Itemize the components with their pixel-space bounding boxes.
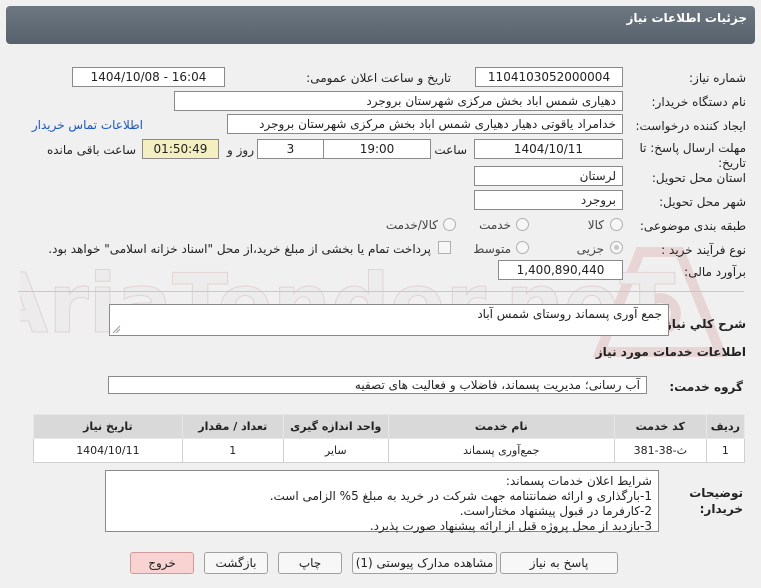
buyer-notes-line: 1-بارگذاری و ارائه ضمانتنامه جهت شرکت در…: [269, 489, 652, 503]
estimate-field: 1,400,890,440: [498, 260, 623, 280]
process-radio-medium[interactable]: [516, 241, 529, 254]
buyer-notes-label-2: خریدار:: [699, 502, 743, 516]
buyer-org-label: نام دستگاه خریدار:: [651, 95, 747, 109]
deadline-date-label: تاریخ:: [718, 156, 746, 170]
page-title: جزئیات اطلاعات نیاز: [626, 11, 747, 25]
cell-quantity: 1: [181, 438, 284, 463]
summary-text: جمع آوری پسماند روستای شمس آباد: [477, 307, 662, 321]
province-label: استان محل تحویل:: [651, 171, 746, 185]
buyer-notes-line: شرایط اعلان خدمات پسماند:: [505, 474, 652, 488]
cell-need-date: 1404/10/11: [33, 438, 183, 463]
treasury-payment-checkbox[interactable]: [438, 241, 451, 254]
process-minor-label: جزیی: [576, 242, 604, 256]
buyer-org-field: دهیاری شمس اباد بخش مرکزی شهرستان بروجرد: [174, 91, 623, 111]
category-goods-label: کالا: [587, 218, 604, 232]
cell-unit: سایر: [282, 438, 389, 463]
remaining-time-field: 01:50:49: [142, 139, 219, 159]
city-field: بروجرد: [474, 190, 623, 210]
need-number-label: شماره نیاز:: [689, 71, 746, 85]
category-goods-service-label: کالا/خدمت: [385, 218, 438, 232]
col-header-quantity: تعداد / مقدار: [181, 414, 284, 439]
remaining-time-label: ساعت باقی مانده: [46, 143, 136, 157]
buyer-notes-line: 3-بازدید از محل پروژه قبل از ارائه پیشنه…: [369, 519, 652, 533]
exit-button[interactable]: خروج: [130, 552, 194, 574]
category-service-label: خدمت: [479, 218, 511, 232]
process-medium-label: متوسط: [473, 242, 511, 256]
creator-field: خدامراد یاقوتی دهیار دهیاری شمس اباد بخش…: [227, 114, 623, 134]
buyer-notes-box: شرایط اعلان خدمات پسماند: 1-بارگذاری و ا…: [105, 470, 659, 533]
service-group-field: آب رسانی؛ مدیریت پسماند، فاضلاب و فعالیت…: [108, 376, 647, 394]
service-group-label: گروه خدمت:: [669, 380, 743, 394]
reply-button[interactable]: پاسخ به نیاز: [500, 552, 618, 574]
divider: [18, 291, 744, 292]
buyer-notes-line: 2-کارفرما در قبول پیشنهاد مختاراست.: [459, 504, 652, 518]
process-radio-minor[interactable]: [610, 241, 623, 254]
cell-service-code: ث-38-381: [613, 438, 707, 463]
services-section-title: اطلاعات خدمات مورد نیاز: [595, 345, 746, 359]
cell-service-name: جمع‌آوری پسماند: [387, 438, 615, 463]
deadline-label: مهلت ارسال پاسخ: تا: [639, 141, 746, 155]
buyer-notes-label: توضیحات: [689, 486, 743, 500]
category-radio-goods-service[interactable]: [443, 218, 456, 231]
creator-label: ایجاد کننده درخواست:: [635, 119, 746, 133]
view-attachments-button[interactable]: مشاهده مدارک پیوستی (1): [352, 552, 497, 574]
col-header-service-name: نام خدمت: [387, 414, 615, 439]
buyer-contact-link[interactable]: اطلاعات تماس خریدار: [32, 118, 143, 132]
summary-textarea: جمع آوری پسماند روستای شمس آباد: [109, 304, 669, 336]
category-label: طبقه بندی موضوعی:: [639, 219, 746, 233]
col-header-unit: واحد اندازه گیری: [282, 414, 389, 439]
resize-grip-icon: [112, 325, 121, 334]
services-table: ردیف کد خدمت نام خدمت واحد اندازه گیری ت…: [33, 414, 746, 463]
deadline-time-label: ساعت: [434, 143, 467, 157]
cell-row-number: 1: [705, 438, 746, 463]
estimate-label: برآورد مالی:: [684, 265, 746, 279]
col-header-row-number: ردیف: [705, 414, 746, 439]
process-label: نوع فرآیند خرید :: [661, 243, 746, 257]
days-remaining-field: 3: [257, 139, 324, 159]
back-button[interactable]: بازگشت: [204, 552, 268, 574]
announce-label: تاریخ و ساعت اعلان عمومی:: [306, 71, 451, 85]
category-radio-service[interactable]: [516, 218, 529, 231]
col-header-need-date: تاریخ نیاز: [33, 414, 183, 439]
province-field: لرستان: [474, 166, 623, 186]
days-label: روز و: [227, 143, 254, 157]
summary-label: شرح کلي نياز:: [660, 317, 746, 331]
table-row: 1 ث-38-381 جمع‌آوری پسماند سایر 1 1404/1…: [33, 438, 746, 463]
table-header-row: ردیف کد خدمت نام خدمت واحد اندازه گیری ت…: [33, 414, 746, 439]
deadline-time-field: 19:00: [323, 139, 431, 159]
treasury-payment-note: پرداخت تمام یا بخشی از مبلغ خرید،از محل …: [48, 242, 431, 256]
print-button[interactable]: چاپ: [278, 552, 342, 574]
need-number-field: 1104103052000004: [475, 67, 623, 87]
announce-field: 1404/10/08 - 16:04: [72, 67, 225, 87]
deadline-date-field: 1404/10/11: [474, 139, 623, 159]
category-radio-goods[interactable]: [610, 218, 623, 231]
col-header-service-code: کد خدمت: [613, 414, 707, 439]
city-label: شهر محل تحویل:: [659, 195, 746, 209]
